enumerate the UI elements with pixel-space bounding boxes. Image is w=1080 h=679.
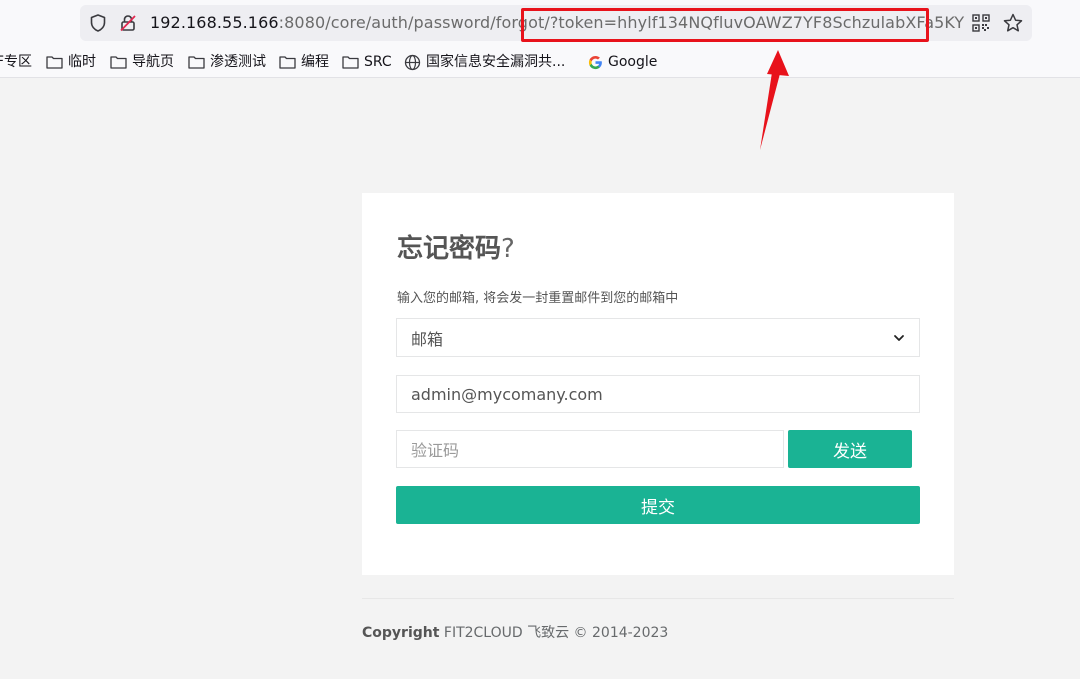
footer-divider xyxy=(362,598,954,599)
page-title: 忘记密码? xyxy=(397,229,515,269)
url-path: :8080/core/auth/password/forgot/ xyxy=(278,13,550,32)
reset-method-select[interactable]: 邮箱 xyxy=(396,318,920,357)
bookmark-label: 临时 xyxy=(68,54,96,70)
shield-icon[interactable] xyxy=(88,13,108,33)
chevron-down-icon xyxy=(894,334,904,341)
folder-icon xyxy=(279,56,296,69)
bookmark-star-icon[interactable] xyxy=(1002,12,1024,34)
form-description: 输入您的邮箱, 将会发一封重置邮件到您的邮箱中 xyxy=(397,291,679,306)
email-input[interactable]: admin@mycomany.com xyxy=(396,375,920,413)
bookmark-item[interactable]: F专区 xyxy=(0,47,32,77)
bookmark-label: SRC xyxy=(364,54,392,70)
title-suffix: ? xyxy=(501,234,515,264)
bookmark-item[interactable]: 导航页 xyxy=(110,47,174,77)
bookmark-label: Google xyxy=(608,54,658,70)
qr-code-icon[interactable] xyxy=(972,14,990,32)
bookmark-item[interactable]: 临时 xyxy=(46,47,96,77)
bookmark-label: 国家信息安全漏洞共... xyxy=(426,54,566,70)
bookmark-label: F专区 xyxy=(0,54,33,70)
forgot-password-card: 忘记密码? 输入您的邮箱, 将会发一封重置邮件到您的邮箱中 邮箱 admin@m… xyxy=(362,193,954,575)
token-highlight-box xyxy=(521,8,929,42)
bookmark-item[interactable]: 国家信息安全漏洞共... xyxy=(404,47,565,77)
bookmark-item[interactable]: 渗透测试 xyxy=(188,47,266,77)
bookmarks-bar: F专区 临时 导航页 渗透测试 编程 SRC 国家信息安全漏洞共... Goog… xyxy=(0,47,1080,78)
url-host: 192.168.55.166 xyxy=(150,13,279,32)
verification-code-placeholder: 验证码 xyxy=(411,441,460,460)
footer-copyright: Copyright FIT2CLOUD 飞致云 © 2014-2023 xyxy=(362,622,668,642)
copyright-label: Copyright xyxy=(362,625,440,641)
send-code-button[interactable]: 发送 xyxy=(788,430,912,468)
bookmark-item[interactable]: Google xyxy=(588,47,657,77)
insecure-lock-icon[interactable] xyxy=(118,13,138,33)
company-name: FIT2CLOUD 飞致云 © 2014-2023 xyxy=(443,625,669,641)
bookmark-item[interactable]: 编程 xyxy=(279,47,329,77)
bookmark-label: 渗透测试 xyxy=(210,54,266,70)
bookmark-label: 导航页 xyxy=(132,54,174,70)
email-value: admin@mycomany.com xyxy=(411,384,603,404)
folder-icon xyxy=(110,56,127,69)
submit-button[interactable]: 提交 xyxy=(396,486,920,524)
folder-icon xyxy=(188,56,205,69)
globe-icon xyxy=(404,54,421,70)
bookmark-label: 编程 xyxy=(301,54,329,70)
folder-icon xyxy=(342,56,359,69)
bookmark-item[interactable]: SRC xyxy=(342,47,392,77)
verification-code-input[interactable]: 验证码 xyxy=(396,430,784,468)
google-g-icon xyxy=(588,55,602,69)
folder-icon xyxy=(46,56,63,69)
reset-method-value: 邮箱 xyxy=(411,329,444,349)
title-text: 忘记密码 xyxy=(397,234,502,264)
